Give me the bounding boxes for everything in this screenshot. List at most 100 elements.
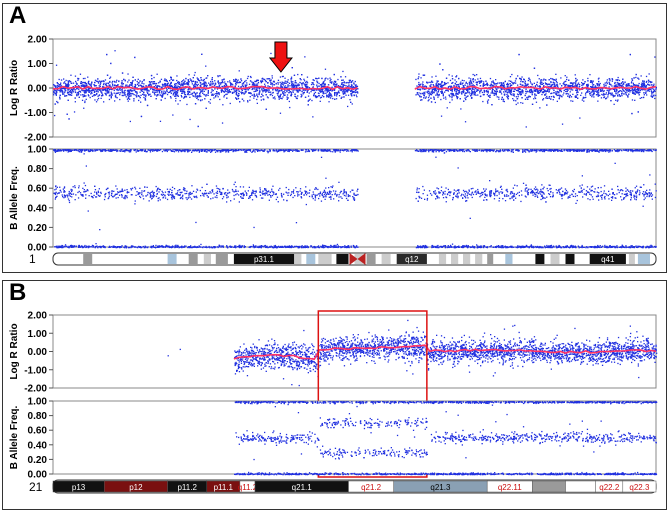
data-point — [200, 95, 202, 98]
data-point — [175, 100, 177, 102]
data-point — [637, 84, 639, 87]
data-point — [136, 83, 139, 86]
data-point — [553, 89, 555, 91]
data-point — [203, 85, 205, 88]
data-point — [117, 89, 119, 92]
data-point — [210, 84, 212, 86]
data-point — [437, 96, 439, 98]
data-point — [201, 99, 203, 101]
data-point — [648, 73, 650, 75]
data-point — [228, 90, 230, 92]
data-point — [243, 100, 245, 102]
data-point — [126, 94, 129, 96]
data-point — [157, 82, 160, 84]
data-point — [605, 92, 608, 94]
data-point — [604, 82, 606, 84]
data-point — [282, 84, 285, 86]
data-point — [431, 92, 434, 94]
data-point — [134, 79, 136, 81]
data-point — [281, 89, 283, 92]
data-point — [209, 102, 211, 104]
data-point — [293, 85, 295, 87]
data-point — [640, 75, 642, 77]
data-point — [65, 95, 68, 97]
data-point — [440, 84, 442, 86]
data-point — [470, 78, 472, 80]
data-point — [348, 79, 351, 82]
data-point — [419, 83, 422, 85]
data-point — [188, 88, 190, 91]
data-point — [78, 96, 80, 98]
data-point — [182, 198, 184, 200]
data-point — [94, 81, 96, 84]
data-point — [440, 85, 443, 87]
data-point — [127, 100, 129, 102]
data-point — [294, 80, 297, 82]
data-point — [647, 79, 650, 81]
data-point — [152, 89, 154, 91]
data-point — [308, 92, 310, 94]
data-point — [418, 81, 420, 84]
data-point — [100, 97, 102, 99]
data-point — [450, 92, 452, 95]
data-point — [334, 94, 336, 97]
data-point — [606, 89, 608, 92]
data-point — [209, 98, 212, 101]
data-point — [631, 85, 633, 87]
data-point — [240, 78, 242, 80]
data-point — [264, 85, 267, 87]
data-point — [428, 151, 430, 153]
data-point — [341, 79, 343, 81]
data-point — [565, 80, 567, 82]
data-point — [75, 82, 77, 84]
data-point — [631, 79, 634, 81]
data-point — [567, 95, 569, 97]
data-point — [517, 102, 519, 104]
data-point — [286, 94, 289, 96]
data-point — [216, 92, 218, 95]
data-point — [577, 82, 580, 84]
data-point — [301, 95, 303, 97]
data-point — [221, 85, 223, 88]
data-point — [315, 187, 317, 189]
data-point — [115, 81, 117, 83]
data-point — [417, 94, 420, 96]
data-point — [217, 96, 219, 98]
data-point — [575, 77, 577, 80]
data-point — [539, 107, 541, 109]
data-point — [260, 96, 262, 98]
data-point — [418, 83, 420, 86]
data-point — [81, 89, 83, 91]
data-point — [233, 80, 235, 82]
data-point — [299, 89, 301, 92]
data-point — [181, 81, 183, 83]
data-point — [467, 91, 469, 94]
data-point — [436, 82, 438, 84]
data-point — [318, 77, 320, 79]
data-point — [627, 85, 629, 87]
data-point — [114, 84, 116, 86]
data-point — [114, 81, 116, 83]
data-point — [613, 103, 615, 105]
data-point — [507, 84, 509, 86]
data-point — [607, 96, 609, 98]
data-point — [200, 77, 202, 79]
data-point — [124, 80, 126, 82]
data-point — [418, 88, 420, 90]
data-point — [547, 89, 549, 91]
data-point — [114, 94, 117, 96]
data-point — [256, 93, 258, 95]
data-point — [298, 84, 300, 86]
data-point — [451, 75, 453, 77]
data-point — [616, 84, 618, 86]
data-point — [451, 97, 453, 99]
data-point — [344, 76, 347, 78]
data-point — [156, 73, 158, 75]
data-point — [218, 84, 221, 86]
panel-a-chart: 2.001.000.00-1.00-2.00Log R Ratio 1.000.… — [9, 35, 657, 266]
data-point — [343, 90, 345, 92]
data-point — [345, 82, 348, 84]
panel-a: A 2.00 1.00 0.00 -1.00 -2.00 Log R Ratio 1.00… — [2, 2, 667, 273]
data-point — [506, 83, 508, 86]
data-point — [80, 94, 82, 96]
